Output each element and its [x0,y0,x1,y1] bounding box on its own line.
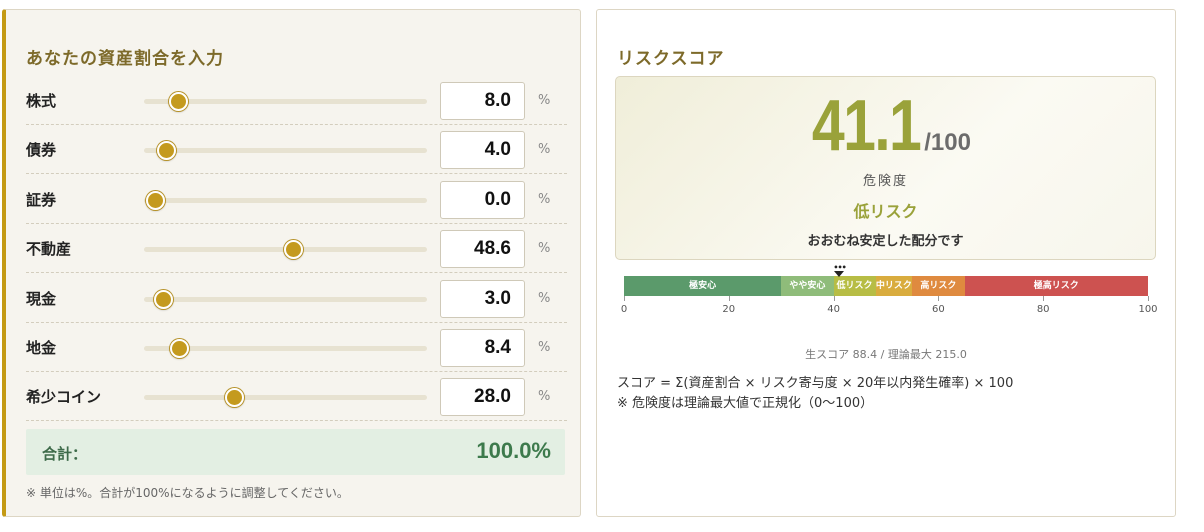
score-value: 41.1 [811,86,922,166]
total-value: 100.0% [476,438,551,463]
asset-row: 希少コイン 28.0% [26,372,567,422]
axis-tick [938,296,940,301]
total-label: 合計： [42,445,88,463]
gauge-segment: 極安心 [624,276,782,296]
unit-label: % [538,389,551,405]
axis-tick-label: 40 [827,304,840,315]
risk-score-title: リスクスコア [617,49,725,69]
formula-note: ※ 危険度は理論最大値で正規化（0〜100） [617,396,874,411]
risk-description: おおむね安定した配分です [807,234,964,249]
marker-dots: ••• [833,263,846,272]
score-marker-icon: ••• [833,263,847,277]
axis-tick-label: 80 [1036,304,1050,315]
slider-thumb[interactable] [154,289,174,309]
slider-thumb[interactable] [146,190,165,210]
asset-label: 地金 [26,339,57,357]
unit-label: % [538,191,551,207]
gauge-segment: 高リスク [912,276,965,296]
asset-slider[interactable] [144,289,427,309]
asset-row: 不動産 48.6% [26,224,567,274]
gauge-axis: 0 20 40 60 80 100 [620,296,1158,320]
raw-score: 生スコア 88.4 / 理論最大 215.0 [805,348,967,361]
asset-value-input[interactable]: 4.0 [440,131,525,170]
gauge-segment: 中リスク [875,276,913,296]
score-formula: スコア = Σ(資産割合 × リスク寄与度 × 20年以内発生確率) × 100 [617,376,1014,391]
unit-label: % [538,290,551,306]
asset-label: 希少コイン [26,388,102,407]
gauge-segment: 低リスク [833,276,876,296]
total-bar: 合計： 100.0% [26,429,565,475]
axis-tick [833,296,835,301]
slider-thumb[interactable] [168,92,188,111]
slider-thumb[interactable] [283,240,303,260]
asset-slider[interactable] [144,388,427,408]
asset-row: 地金 8.4% [26,323,567,372]
axis-tick [1148,296,1149,301]
axis-tick-label: 100 [1138,304,1158,315]
asset-row: 債券 4.0% [26,125,567,175]
slider-thumb[interactable] [169,339,189,358]
slider-thumb[interactable] [157,141,177,161]
unit-label: % [538,142,551,158]
axis-tick [728,296,730,301]
asset-label: 不動産 [26,240,72,259]
gauge-segment: やや安心 [781,276,834,296]
gauge-segment: 極高リスク [964,276,1148,296]
asset-row: 株式 8.0% [26,76,567,125]
risk-score-panel: リスクスコア 41.1/100 危険度 低リスク おおむね安定した配分です 極安… [596,9,1176,517]
asset-label: 債券 [26,141,57,160]
asset-value-input[interactable]: 48.6 [440,230,525,269]
asset-row: 現金 3.0% [26,274,567,323]
axis-tick-label: 20 [722,304,736,315]
asset-input-title: あなたの資産割合を入力 [26,49,224,69]
asset-row: 証券 0.0% [26,175,567,224]
axis-tick [1043,296,1045,301]
asset-value-input[interactable]: 8.4 [440,329,525,367]
asset-slider[interactable] [144,240,427,260]
asset-value-input[interactable]: 0.0 [440,180,525,219]
asset-value-input[interactable]: 8.0 [440,82,525,120]
score-max: /100 [924,129,971,156]
axis-tick-label: 0 [620,304,628,315]
slider-thumb[interactable] [225,388,245,408]
axis-tick-label: 60 [932,304,945,315]
axis-tick [624,296,625,301]
score-label: 危険度 [862,174,908,189]
unit-label: % [538,241,551,257]
risk-level: 低リスク [853,202,918,221]
asset-label: 現金 [26,289,57,308]
asset-slider[interactable] [144,190,427,210]
asset-input-panel: あなたの資産割合を入力 株式 8.0% 債券 4.0% 証券 0.0% 不動産 48.6% 現金… [2,9,581,517]
asset-value-input[interactable]: 28.0 [440,378,525,417]
asset-value-input[interactable]: 3.0 [440,279,525,318]
unit-label: % [538,93,551,108]
asset-slider[interactable] [144,141,427,161]
asset-slider[interactable] [144,92,427,111]
asset-slider[interactable] [144,339,427,358]
unit-note: ※ 単位は%。合計が100%になるように調整してください。 [26,486,349,500]
asset-label: 株式 [26,92,57,110]
asset-label: 証券 [26,190,57,209]
unit-label: % [538,340,551,355]
score-card: 41.1/100 危険度 低リスク おおむね安定した配分です [615,76,1156,260]
risk-gauge: 極安心 やや安心 低リスク 中リスク 高リスク 極高リスク ••• [624,264,1148,296]
